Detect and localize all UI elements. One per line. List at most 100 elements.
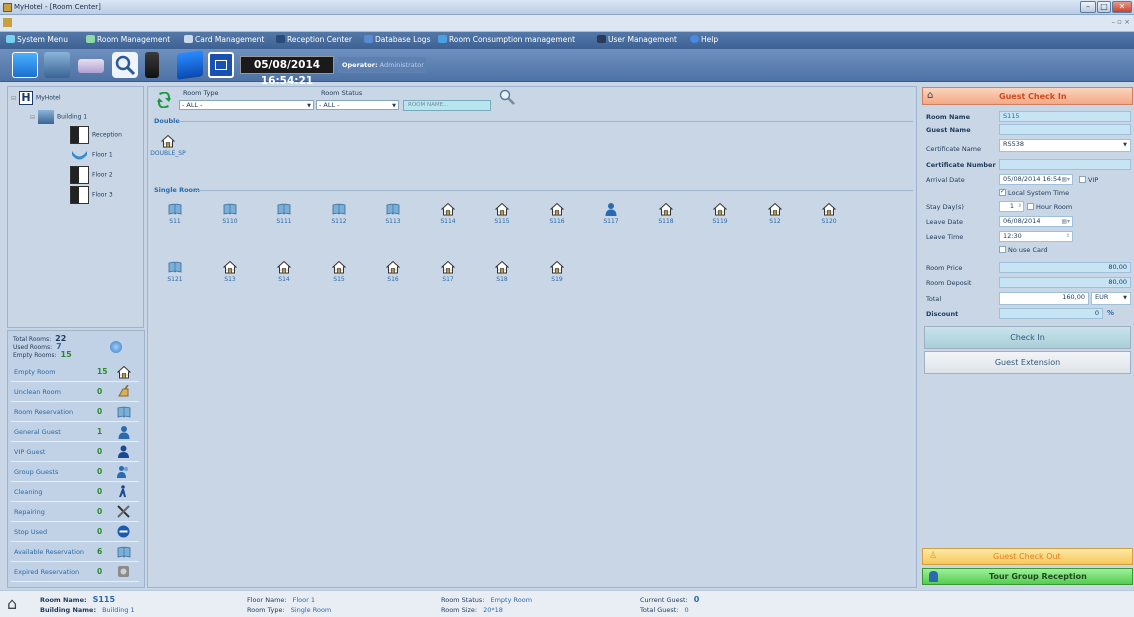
room-tile[interactable]: S112	[319, 202, 359, 232]
menu-database-logs[interactable]: Database Logs	[364, 35, 430, 44]
building-tool-icon[interactable]	[44, 52, 70, 78]
certificate-number-field[interactable]	[999, 159, 1131, 170]
total-field[interactable]: 160,00	[999, 292, 1089, 305]
room-tile[interactable]: S116	[537, 202, 577, 232]
room-tile[interactable]: S14	[264, 260, 304, 290]
legend-row-room-reservation[interactable]: Room Reservation 0	[11, 403, 139, 422]
room-tile[interactable]: S120	[809, 202, 849, 232]
minimize-button[interactable]: –	[1080, 1, 1096, 13]
room-search-input[interactable]: ROOM NAME...	[403, 100, 491, 111]
legend-row-vip-guest[interactable]: VIP Guest 0	[11, 443, 139, 462]
legend-row-repairing[interactable]: Repairing 0	[11, 503, 139, 522]
cleaning-icon	[117, 485, 130, 498]
room-deposit-field[interactable]: 80,00	[999, 277, 1131, 288]
floor-1-icon	[70, 148, 89, 162]
legend-row-unclean-room[interactable]: Unclean Room 0	[11, 383, 139, 402]
room-tile[interactable]: S12	[755, 202, 795, 232]
stay-days-stepper[interactable]: 1 ⇕	[999, 201, 1024, 212]
room-tile[interactable]: S17	[428, 260, 468, 290]
room-tile[interactable]: S110	[210, 202, 250, 232]
currency-select[interactable]: EUR ▼	[1091, 292, 1131, 305]
legend-row-stop-used[interactable]: Stop Used 0	[11, 523, 139, 542]
leave-time-field[interactable]: 12:30 ⇕	[999, 231, 1073, 242]
menu-help[interactable]: Help	[690, 35, 718, 44]
legend-label: General Guest	[14, 428, 61, 436]
room-price-field[interactable]: 80,00	[999, 262, 1131, 273]
room-tile[interactable]: S19	[537, 260, 577, 290]
guest-name-field[interactable]	[999, 124, 1131, 135]
room-name-field[interactable]: S115	[999, 111, 1131, 122]
hour-room-checkbox[interactable]: Hour Room	[1027, 203, 1072, 211]
menu-room-consumption[interactable]: Room Consumption management	[438, 35, 575, 44]
menu-system[interactable]: System Menu	[6, 35, 68, 44]
room-status-select[interactable]: - ALL - ▼	[316, 100, 399, 110]
room-tile[interactable]: S16	[373, 260, 413, 290]
tree-reception[interactable]: Reception	[70, 126, 122, 144]
legend-row-group-guests[interactable]: Group Guests 0	[11, 463, 139, 482]
reload-icon[interactable]	[157, 91, 171, 109]
consumption-icon	[438, 35, 447, 43]
room-type-select[interactable]: - ALL - ▼	[179, 100, 314, 110]
book-tool-icon[interactable]	[177, 50, 203, 80]
legend-count: 15	[97, 367, 108, 376]
menu-user-management[interactable]: User Management	[597, 35, 677, 44]
room-tile[interactable]: S117	[591, 202, 631, 232]
room-label: S15	[333, 276, 345, 283]
certificate-name-select[interactable]: RS538 ▼	[999, 139, 1131, 152]
room-tile[interactable]: S11	[155, 202, 195, 232]
guest-room-icon	[604, 202, 618, 216]
room-tile[interactable]: S13	[210, 260, 250, 290]
room-tile[interactable]: S118	[646, 202, 686, 232]
close-button[interactable]: ✕	[1112, 1, 1132, 13]
reception-icon	[70, 126, 89, 144]
check-in-button[interactable]: Check In	[924, 326, 1131, 349]
checkin-tool-icon[interactable]	[12, 52, 38, 78]
tree-building[interactable]: ⊟ Building 1	[30, 110, 87, 124]
legend-row-cleaning[interactable]: Cleaning 0	[11, 483, 139, 502]
room-tile[interactable]: S115	[482, 202, 522, 232]
tour-group-reception-tab[interactable]: Tour Group Reception	[922, 568, 1133, 585]
room-tile[interactable]: S119	[700, 202, 740, 232]
child-window-controls[interactable]: – ▫ ×	[1111, 18, 1130, 26]
room-tile[interactable]: S121	[155, 260, 195, 290]
tree-floor-2[interactable]: Floor 2	[70, 166, 113, 184]
broom-icon	[117, 384, 130, 398]
legend-row-empty-room[interactable]: Empty Room 15	[11, 363, 139, 382]
menu-room-management[interactable]: Room Management	[86, 35, 170, 44]
search-tool-icon[interactable]	[112, 52, 138, 78]
legend-row-available-reservation[interactable]: Available Reservation 6	[11, 543, 139, 562]
menu-reception-center[interactable]: Reception Center	[276, 35, 352, 44]
vip-checkbox[interactable]: VIP	[1079, 176, 1098, 184]
screen-tool-icon[interactable]	[208, 52, 234, 78]
maximize-button[interactable]: □	[1097, 1, 1111, 13]
guest-extension-button[interactable]: Guest Extension	[924, 351, 1131, 374]
arrival-date-picker[interactable]: 05/08/2014 16:54 ▦▾	[999, 174, 1073, 185]
arrival-date-label: Arrival Date	[926, 176, 965, 184]
room-tile[interactable]: S114	[428, 202, 468, 232]
legend-label: Repairing	[14, 508, 45, 516]
search-icon[interactable]	[499, 89, 515, 105]
refresh-icon[interactable]	[110, 341, 122, 353]
room-tile[interactable]: S111	[264, 202, 304, 232]
tree-floor-3[interactable]: Floor 3	[70, 186, 113, 204]
room-name-label: Room Name	[926, 113, 970, 121]
room-type-label: Room Type	[183, 89, 219, 97]
legend-row-expired-reservation[interactable]: Expired Reservation 0	[11, 563, 139, 582]
room-tile[interactable]: S18	[482, 260, 522, 290]
no-use-card-checkbox[interactable]: No use Card	[999, 246, 1048, 254]
room-label: S118	[658, 218, 674, 225]
leave-date-picker[interactable]: 06/08/2014 ▦▾	[999, 216, 1073, 227]
room-tile[interactable]: S15	[319, 260, 359, 290]
local-system-time-checkbox[interactable]: Local System Time	[999, 188, 1069, 197]
tree-floor-1[interactable]: Floor 1	[70, 148, 113, 162]
room-tile[interactable]: DOUBLE_SP	[148, 134, 188, 164]
room-tile[interactable]: S113	[373, 202, 413, 232]
tree-root[interactable]: ⊟ H MyHotel	[11, 91, 61, 105]
guest-checkout-tab[interactable]: ♙ Guest Check Out	[922, 548, 1133, 565]
menu-card-management[interactable]: Card Management	[184, 35, 264, 44]
discount-field[interactable]: 0	[999, 308, 1103, 319]
room-price-label: Room Price	[926, 264, 963, 272]
legend-row-general-guest[interactable]: General Guest 1	[11, 423, 139, 442]
card-tool-icon[interactable]	[78, 59, 104, 73]
card-reader-icon[interactable]	[145, 52, 159, 78]
